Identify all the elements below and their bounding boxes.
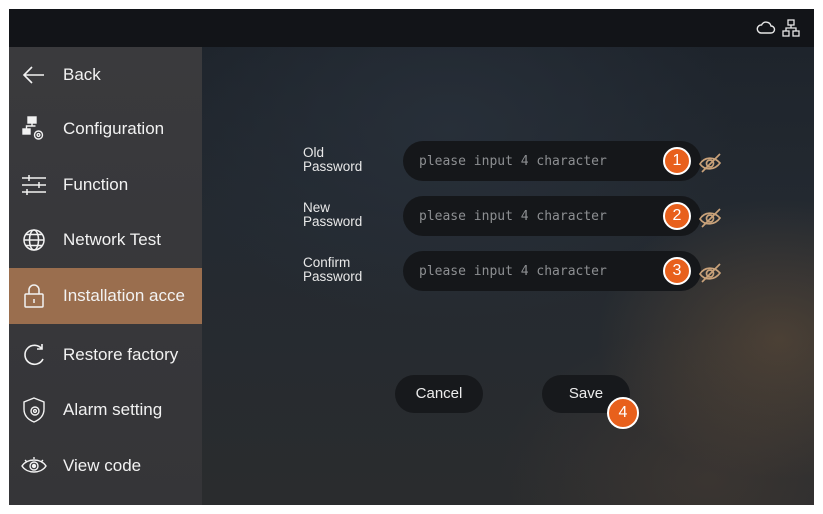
new-password-input[interactable] <box>403 196 701 236</box>
sidebar-item-back[interactable]: Back <box>9 47 202 102</box>
hide-password-icon[interactable] <box>698 263 724 283</box>
new-password-label: New Password <box>303 200 363 229</box>
sidebar-item-label: View code <box>63 455 142 475</box>
hide-password-icon[interactable] <box>698 153 724 173</box>
new-password-row: New Password 2 <box>9 194 814 238</box>
confirm-password-input[interactable] <box>403 251 701 291</box>
sidebar-item-alarm-setting[interactable]: Alarm setting <box>9 382 202 437</box>
eye-icon <box>19 451 49 481</box>
sidebar-item-restore-factory[interactable]: Restore factory <box>9 327 202 382</box>
callout-badge-4: 4 <box>607 397 639 429</box>
arrow-left-icon <box>19 60 49 90</box>
old-password-row: Old Password 1 <box>9 139 814 183</box>
cancel-button[interactable]: Cancel <box>395 375 483 413</box>
device-screen: Back Configuration Function Network Test… <box>9 9 814 505</box>
confirm-password-label: Confirm Password <box>303 255 363 284</box>
shield-gear-icon <box>19 395 49 425</box>
cloud-icon <box>756 20 776 36</box>
old-password-label: Old Password <box>303 145 363 174</box>
confirm-password-row: Confirm Password 3 <box>9 249 814 293</box>
callout-badge-3: 3 <box>663 257 691 285</box>
callout-badge-2: 2 <box>663 202 691 230</box>
status-bar <box>9 9 814 47</box>
network-icon <box>782 19 800 37</box>
restore-icon <box>19 340 49 370</box>
callout-badge-1: 1 <box>663 147 691 175</box>
sidebar-item-label: Restore factory <box>63 344 179 364</box>
hide-password-icon[interactable] <box>698 208 724 228</box>
sidebar-item-label: Alarm setting <box>63 399 163 419</box>
sidebar-item-label: Configuration <box>63 118 165 138</box>
sidebar-item-label: Back <box>63 64 101 84</box>
old-password-input[interactable] <box>403 141 701 181</box>
sidebar-item-view-code[interactable]: View code <box>9 438 202 493</box>
